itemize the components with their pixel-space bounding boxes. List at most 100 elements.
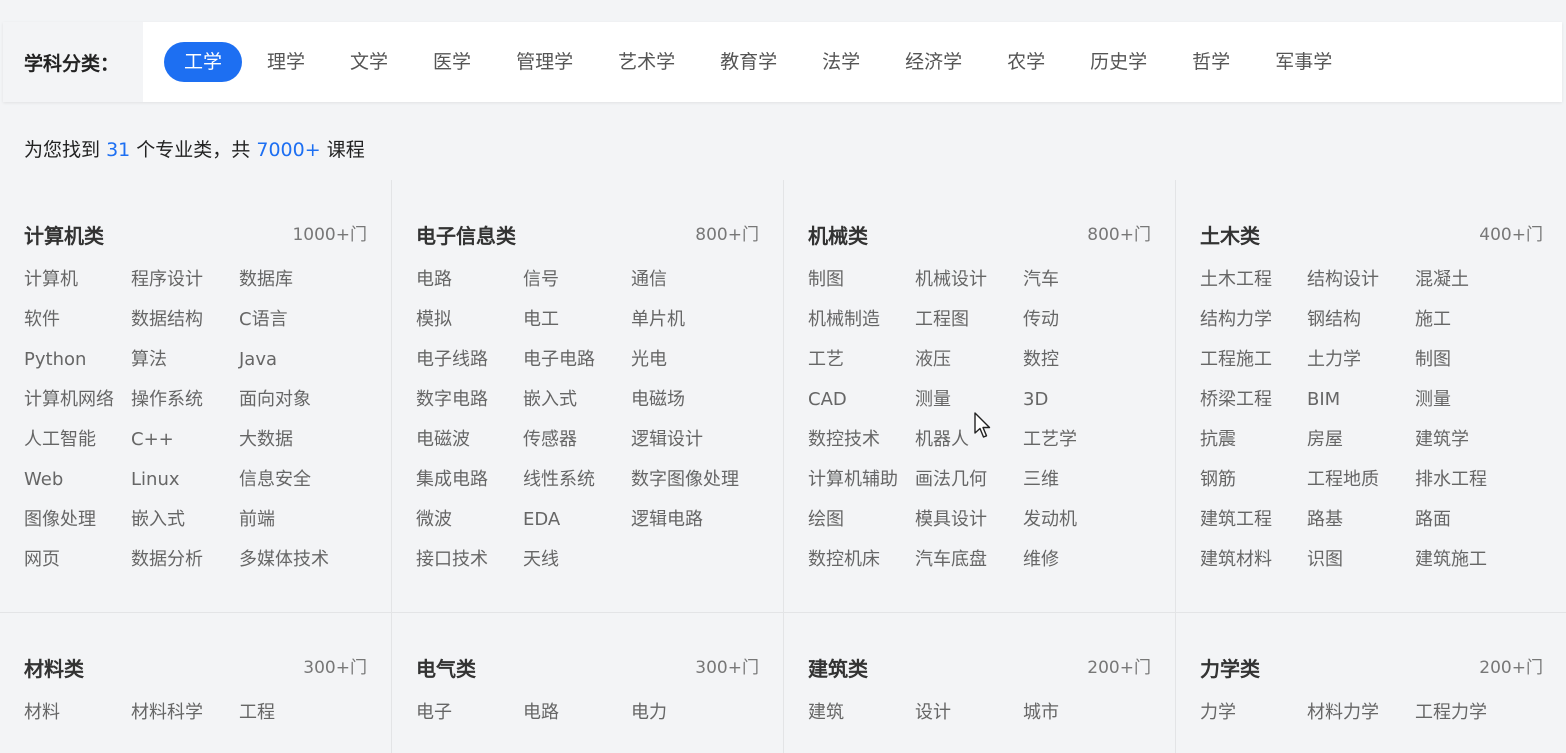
category-item-link[interactable]: 液压 <box>915 346 1023 386</box>
category-item-link[interactable]: 电子 <box>416 699 523 739</box>
category-item-link[interactable]: 电磁波 <box>416 426 523 466</box>
subject-tab[interactable]: 艺术学 <box>598 42 695 82</box>
category-item-link[interactable]: 力学 <box>1200 699 1307 739</box>
category-item-link[interactable]: 测量 <box>915 386 1023 426</box>
category-title[interactable]: 建筑类 <box>808 653 868 682</box>
subject-tab[interactable]: 工学 <box>164 42 243 82</box>
subject-tab[interactable]: 文学 <box>330 42 408 82</box>
category-item-link[interactable]: 数字图像处理 <box>631 466 756 506</box>
category-item-link[interactable]: 制图 <box>808 266 915 306</box>
category-item-link[interactable]: 计算机辅助 <box>808 466 915 506</box>
category-item-link[interactable]: 结构力学 <box>1200 306 1307 346</box>
category-item-link[interactable]: 机械制造 <box>808 306 915 346</box>
category-item-link[interactable]: 计算机 <box>24 266 131 306</box>
category-item-link[interactable]: 集成电路 <box>416 466 523 506</box>
category-item-link[interactable]: CAD <box>808 386 915 426</box>
category-title[interactable]: 土木类 <box>1200 220 1260 249</box>
category-item-link[interactable]: 操作系统 <box>131 386 239 426</box>
category-item-link[interactable]: 天线 <box>523 546 631 586</box>
category-item-link[interactable]: 多媒体技术 <box>239 546 364 586</box>
category-item-link[interactable]: 数据库 <box>239 266 364 306</box>
category-item-link[interactable]: 房屋 <box>1307 426 1415 466</box>
category-item-link[interactable]: 机械设计 <box>915 266 1023 306</box>
category-item-link[interactable]: Linux <box>131 466 239 506</box>
category-item-link[interactable]: 电子线路 <box>416 346 523 386</box>
category-item-link[interactable]: Java <box>239 346 364 386</box>
category-item-link[interactable]: 工程力学 <box>1415 699 1540 739</box>
category-item-link[interactable]: 建筑材料 <box>1200 546 1307 586</box>
category-item-link[interactable]: 设计 <box>915 699 1023 739</box>
category-item-link[interactable]: Python <box>24 346 131 386</box>
category-item-link[interactable]: 程序设计 <box>131 266 239 306</box>
subject-tab[interactable]: 历史学 <box>1070 42 1167 82</box>
category-item-link[interactable]: 土木工程 <box>1200 266 1307 306</box>
category-item-link[interactable]: Web <box>24 466 131 506</box>
subject-tab[interactable]: 哲学 <box>1172 42 1250 82</box>
category-item-link[interactable]: 模拟 <box>416 306 523 346</box>
category-item-link[interactable]: 路面 <box>1415 506 1540 546</box>
category-item-link[interactable]: 三维 <box>1023 466 1148 506</box>
category-item-link[interactable]: 电路 <box>523 699 631 739</box>
category-item-link[interactable]: 数据结构 <box>131 306 239 346</box>
category-item-link[interactable]: 抗震 <box>1200 426 1307 466</box>
category-item-link[interactable]: 识图 <box>1307 546 1415 586</box>
category-item-link[interactable]: 大数据 <box>239 426 364 466</box>
category-item-link[interactable]: 建筑工程 <box>1200 506 1307 546</box>
category-item-link[interactable]: 绘图 <box>808 506 915 546</box>
category-item-link[interactable]: 建筑 <box>808 699 915 739</box>
category-item-link[interactable]: 线性系统 <box>523 466 631 506</box>
category-item-link[interactable]: 施工 <box>1415 306 1540 346</box>
category-item-link[interactable]: 嵌入式 <box>131 506 239 546</box>
category-item-link[interactable]: 工艺 <box>808 346 915 386</box>
category-item-link[interactable]: 工艺学 <box>1023 426 1148 466</box>
category-item-link[interactable]: 电力 <box>631 699 756 739</box>
category-item-link[interactable]: 单片机 <box>631 306 756 346</box>
category-item-link[interactable]: 土力学 <box>1307 346 1415 386</box>
category-item-link[interactable]: 嵌入式 <box>523 386 631 426</box>
category-item-link[interactable]: 光电 <box>631 346 756 386</box>
category-item-link[interactable]: 路基 <box>1307 506 1415 546</box>
category-item-link[interactable]: 排水工程 <box>1415 466 1540 506</box>
category-item-link[interactable]: 汽车 <box>1023 266 1148 306</box>
category-item-link[interactable]: 接口技术 <box>416 546 523 586</box>
category-item-link[interactable]: 电磁场 <box>631 386 756 426</box>
category-item-link[interactable]: 前端 <box>239 506 364 546</box>
category-item-link[interactable]: BIM <box>1307 386 1415 426</box>
subject-tab[interactable]: 农学 <box>987 42 1065 82</box>
category-item-link[interactable]: 数字电路 <box>416 386 523 426</box>
category-item-link[interactable]: 测量 <box>1415 386 1540 426</box>
category-item-link[interactable]: 电工 <box>523 306 631 346</box>
category-item-link[interactable]: 城市 <box>1023 699 1148 739</box>
category-item-link[interactable]: 软件 <box>24 306 131 346</box>
category-item-link[interactable]: 传感器 <box>523 426 631 466</box>
category-item-link[interactable]: 建筑学 <box>1415 426 1540 466</box>
category-item-link[interactable]: 信号 <box>523 266 631 306</box>
category-item-link[interactable]: C语言 <box>239 306 364 346</box>
category-item-link[interactable]: 画法几何 <box>915 466 1023 506</box>
subject-tab[interactable]: 军事学 <box>1255 42 1352 82</box>
category-item-link[interactable]: 桥梁工程 <box>1200 386 1307 426</box>
category-item-link[interactable]: 材料 <box>24 699 131 739</box>
category-item-link[interactable]: 数控 <box>1023 346 1148 386</box>
category-item-link[interactable]: 网页 <box>24 546 131 586</box>
category-item-link[interactable]: 维修 <box>1023 546 1148 586</box>
subject-tab[interactable]: 法学 <box>802 42 880 82</box>
category-item-link[interactable]: 机器人 <box>915 426 1023 466</box>
category-item-link[interactable]: 制图 <box>1415 346 1540 386</box>
category-item-link[interactable]: 工程图 <box>915 306 1023 346</box>
category-title[interactable]: 材料类 <box>24 653 84 682</box>
category-item-link[interactable]: 汽车底盘 <box>915 546 1023 586</box>
category-item-link[interactable]: 人工智能 <box>24 426 131 466</box>
category-item-link[interactable]: 传动 <box>1023 306 1148 346</box>
subject-tab[interactable]: 教育学 <box>700 42 797 82</box>
category-title[interactable]: 电子信息类 <box>416 220 516 249</box>
category-item-link[interactable]: 信息安全 <box>239 466 364 506</box>
category-item-link[interactable]: 微波 <box>416 506 523 546</box>
category-item-link[interactable]: 数控技术 <box>808 426 915 466</box>
category-item-link[interactable]: 发动机 <box>1023 506 1148 546</box>
category-item-link[interactable]: 逻辑设计 <box>631 426 756 466</box>
category-item-link[interactable]: 钢结构 <box>1307 306 1415 346</box>
category-item-link[interactable]: 逻辑电路 <box>631 506 756 546</box>
category-item-link[interactable]: 3D <box>1023 386 1148 426</box>
category-title[interactable]: 机械类 <box>808 220 868 249</box>
